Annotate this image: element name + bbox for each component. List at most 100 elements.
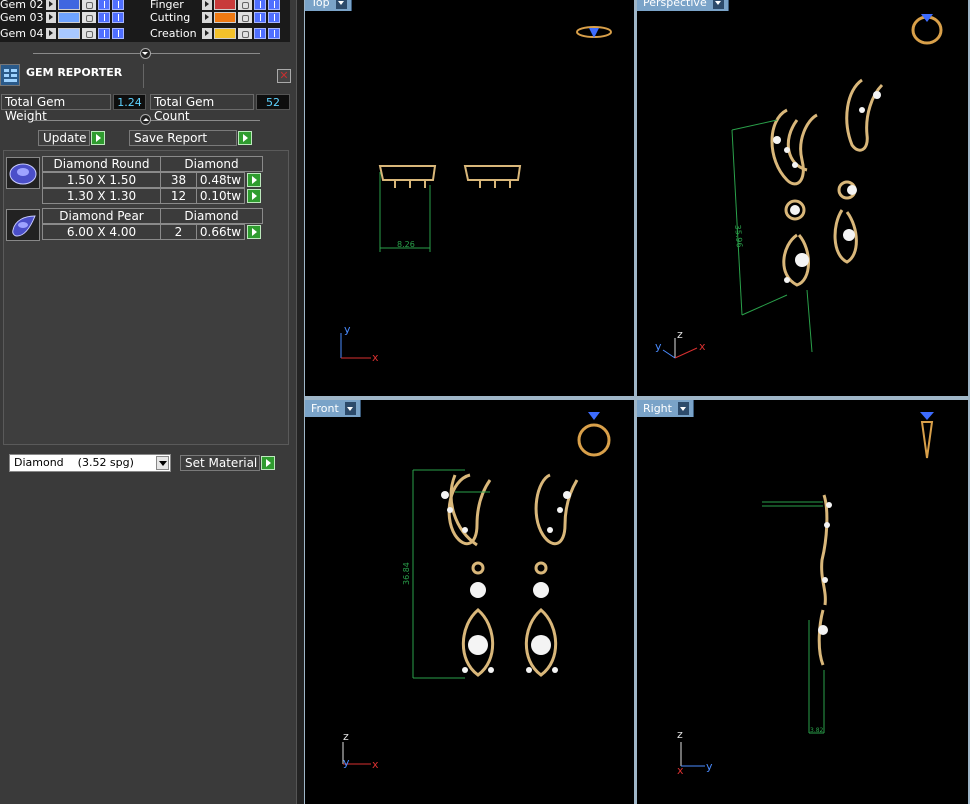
select-gems-icon[interactable] xyxy=(247,189,261,203)
lock-icon[interactable] xyxy=(238,28,252,39)
save-report-button[interactable]: Save Report xyxy=(129,130,237,146)
color-swatch[interactable] xyxy=(214,12,236,23)
ring-nav-icon xyxy=(577,412,611,457)
set-material-button[interactable]: Set Material xyxy=(180,455,260,471)
color-swatch[interactable] xyxy=(58,28,80,39)
collapse-toggle-icon[interactable] xyxy=(140,48,151,59)
visibility-icon[interactable] xyxy=(254,12,266,23)
material-layer-row[interactable]: Creation xyxy=(150,26,282,41)
chevron-down-icon[interactable] xyxy=(156,456,169,470)
set-material-run-icon[interactable] xyxy=(261,456,275,470)
ring-nav-icon xyxy=(576,26,612,38)
material-layer-row[interactable]: Cutting xyxy=(150,10,282,25)
ring-nav-icon xyxy=(911,14,943,45)
dimension-label: 3.82 xyxy=(810,727,824,734)
viewport-front[interactable]: Front 36.84 z y x xyxy=(305,400,634,804)
select-icon[interactable] xyxy=(112,0,124,10)
total-weight-value: 1.24 xyxy=(113,94,146,110)
material-select[interactable]: Diamond (3.52 spg) xyxy=(9,454,171,472)
svg-text:y: y xyxy=(344,323,351,336)
visibility-icon[interactable] xyxy=(98,28,110,39)
color-swatch[interactable] xyxy=(58,0,80,10)
viewport-perspective[interactable]: Perspective 35.96 z x y xyxy=(637,0,968,396)
play-icon[interactable] xyxy=(202,28,212,39)
gem-layer-row[interactable]: Gem 03 xyxy=(0,10,126,25)
viewport-right[interactable]: Right 3.82 z x y xyxy=(637,400,968,804)
top-view-earrings xyxy=(378,165,522,188)
gem-name-cell: Diamond Pear xyxy=(42,208,161,224)
color-swatch[interactable] xyxy=(214,28,236,39)
lock-icon[interactable] xyxy=(82,0,96,10)
gem-reporter-header: GEM REPORTER ✕ xyxy=(0,64,296,88)
total-count-value: 52 xyxy=(256,94,290,110)
visibility-icon[interactable] xyxy=(254,28,266,39)
gem-layer-label: Gem 04 xyxy=(0,27,44,40)
perspective-earring-right xyxy=(833,78,884,264)
gem-layer-label: Gem 03 xyxy=(0,11,44,24)
select-icon[interactable] xyxy=(268,0,280,10)
gem-material-cell: Diamond xyxy=(160,208,263,224)
diamond-round-gem-icon[interactable] xyxy=(6,157,40,189)
gem-name-cell: Diamond Round xyxy=(42,156,161,172)
front-diamonds xyxy=(441,491,571,673)
material-select-value: Diamond (3.52 spg) xyxy=(14,456,134,469)
front-view-canvas: 36.84 z y x xyxy=(342,412,611,771)
header-divider xyxy=(143,64,144,88)
visibility-icon[interactable] xyxy=(254,0,266,10)
panel-title: GEM REPORTER xyxy=(26,66,123,79)
save-report-run-icon[interactable] xyxy=(238,131,252,145)
collapse-toggle-icon[interactable] xyxy=(140,114,151,125)
total-weight-label: Total Gem Weight xyxy=(1,94,111,123)
left-panel: Gem 02 Gem 03 Gem 04 Finger Cutting Crea… xyxy=(0,0,296,804)
perspective-canvas: 35.96 z x y xyxy=(655,14,943,359)
gem-count-cell: 2 xyxy=(160,224,197,240)
gem-count-cell: 38 xyxy=(160,172,197,188)
svg-text:y: y xyxy=(706,760,713,773)
gem-weight-cell: 0.48tw xyxy=(196,172,245,188)
play-icon[interactable] xyxy=(202,12,212,23)
play-icon[interactable] xyxy=(202,0,212,10)
svg-text:z: z xyxy=(343,730,349,743)
diamond-pear-gem-icon[interactable] xyxy=(6,209,40,241)
viewport-area: Top 8.26 y x Perspective 35.96 z x y Fro… xyxy=(304,0,970,804)
total-count-label: Total Gem Count xyxy=(150,94,254,123)
visibility-icon[interactable] xyxy=(98,12,110,23)
select-icon[interactable] xyxy=(268,12,280,23)
select-icon[interactable] xyxy=(268,28,280,39)
axis-gizmo: y x xyxy=(340,323,379,364)
lock-icon[interactable] xyxy=(238,0,252,10)
play-icon[interactable] xyxy=(46,12,56,23)
layer-rows-panel: Gem 02 Gem 03 Gem 04 Finger Cutting Crea… xyxy=(0,0,290,42)
axis-gizmo: z y x xyxy=(342,730,379,771)
viewport-top[interactable]: Top 8.26 y x xyxy=(305,0,634,396)
color-swatch[interactable] xyxy=(58,12,80,23)
close-icon[interactable]: ✕ xyxy=(277,69,291,83)
svg-text:x: x xyxy=(699,340,706,353)
gem-material-cell: Diamond xyxy=(160,156,263,172)
update-button[interactable]: Update xyxy=(38,130,90,146)
lock-icon[interactable] xyxy=(238,12,252,23)
right-view-canvas: 3.82 z x y xyxy=(677,412,934,777)
lock-icon[interactable] xyxy=(82,28,96,39)
select-gems-icon[interactable] xyxy=(247,225,261,239)
axis-gizmo: z x y xyxy=(677,728,713,777)
update-run-icon[interactable] xyxy=(91,131,105,145)
svg-text:z: z xyxy=(677,728,683,741)
svg-text:y: y xyxy=(655,340,662,353)
play-icon[interactable] xyxy=(46,0,56,10)
lock-icon[interactable] xyxy=(82,12,96,23)
play-icon[interactable] xyxy=(46,28,56,39)
gem-layer-row[interactable]: Gem 04 xyxy=(0,26,126,41)
select-icon[interactable] xyxy=(112,12,124,23)
svg-text:x: x xyxy=(372,351,379,364)
dimension-label: 8.26 xyxy=(397,240,415,249)
visibility-icon[interactable] xyxy=(98,0,110,10)
select-gems-icon[interactable] xyxy=(247,173,261,187)
color-swatch[interactable] xyxy=(214,0,236,10)
gem-reporter-icon xyxy=(0,64,20,86)
dimension-label: 35.96 xyxy=(733,224,744,248)
gem-weight-cell: 0.66tw xyxy=(196,224,245,240)
gem-weight-cell: 0.10tw xyxy=(196,188,245,204)
select-icon[interactable] xyxy=(112,28,124,39)
svg-text:x: x xyxy=(372,758,379,771)
